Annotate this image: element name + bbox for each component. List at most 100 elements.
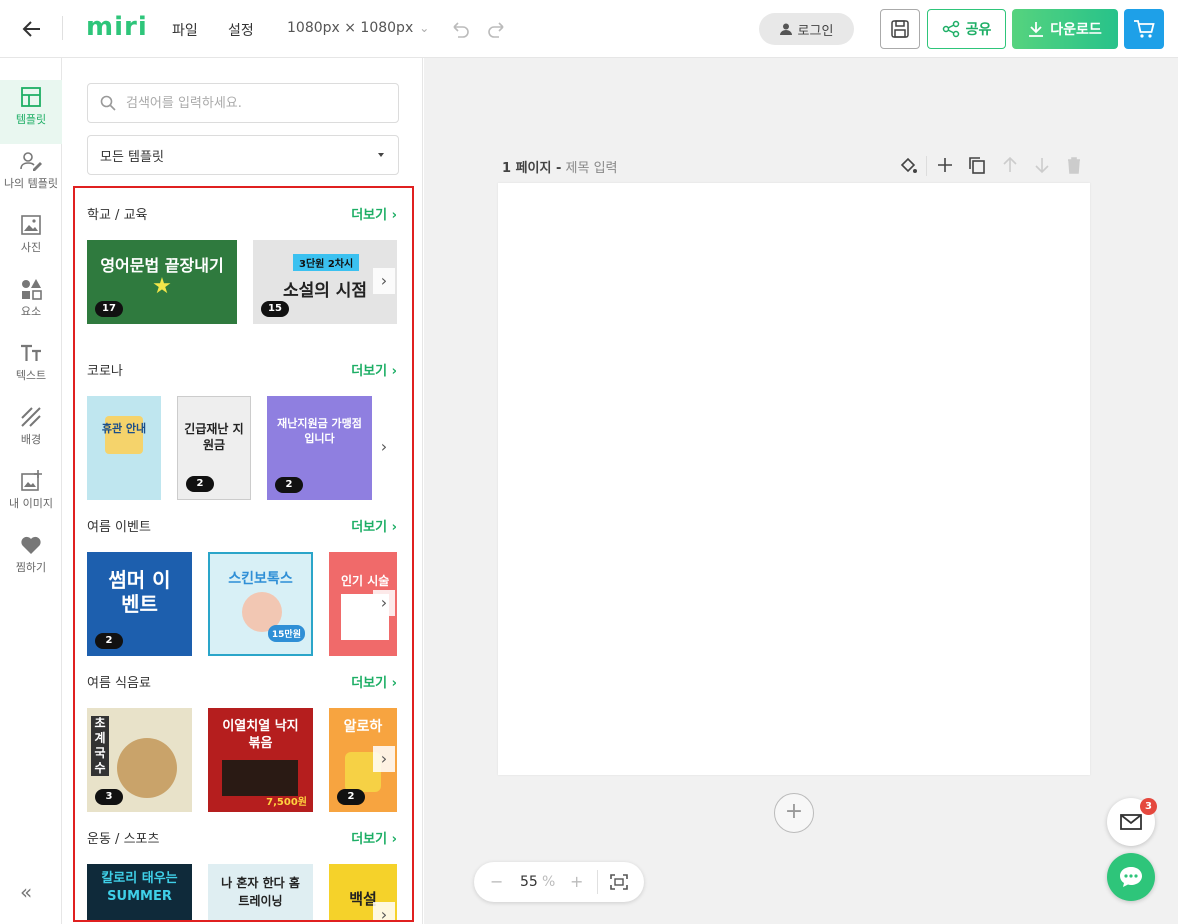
sidebar-item-label: 요소 [20, 305, 42, 318]
text-icon [21, 344, 41, 361]
category-sports: 운동 / 스포츠 더보기 › 칼로리 태우는 SUMMER 나 혼자 한다 홈트… [87, 827, 397, 920]
thumbnail-title: 초계국수 [91, 716, 109, 776]
see-more-link[interactable]: 더보기 › [351, 516, 397, 535]
search-input[interactable] [126, 95, 376, 111]
see-more-link[interactable]: 더보기 › [351, 672, 397, 691]
template-thumbnail[interactable]: 썸머 이벤트 2 [87, 552, 192, 656]
save-button[interactable] [880, 9, 920, 49]
category-corona: 코로나 더보기 › 휴관 안내 긴급재난 지원금 2 재난지원금 가맹점입니다 … [87, 359, 397, 500]
template-thumbnail[interactable]: 스킨보톡스 15만원 [208, 552, 313, 656]
search-box[interactable] [87, 83, 399, 123]
template-thumbnail[interactable]: 휴관 안내 [87, 396, 161, 500]
mail-icon [1120, 814, 1142, 830]
page-count-badge: 2 [95, 633, 123, 649]
redo-icon[interactable] [487, 20, 507, 38]
download-button[interactable]: 다운로드 [1012, 9, 1118, 49]
design-page[interactable] [498, 183, 1090, 775]
chat-bubble-icon [1120, 867, 1142, 887]
cart-button[interactable] [1124, 9, 1164, 49]
category-school-education: 학교 / 교육 더보기 › 영어문법 끝장내기 ★ 17 3단원 2차시 소설의… [87, 203, 397, 344]
template-thumbnail[interactable]: 나 혼자 한다 홈트레이닝 [208, 864, 313, 920]
page-count-badge: 2 [186, 476, 214, 492]
page-count-badge: 15 [261, 301, 289, 317]
thumbnail-title: 휴관 안내 [101, 422, 147, 435]
category-title: 여름 식음료 [87, 675, 151, 691]
sidebar-item-label: 배경 [20, 433, 42, 446]
category-title: 학교 / 교육 [87, 207, 148, 223]
thumbnail-title: 영어문법 끝장내기 [100, 256, 224, 275]
category-title: 여름 이벤트 [87, 519, 151, 535]
add-page-button[interactable]: + [774, 793, 814, 833]
thumbnail-row: 칼로리 태우는 SUMMER 나 혼자 한다 홈트레이닝 백설 › [87, 864, 397, 920]
zoom-unit: % [542, 874, 556, 890]
see-more-link[interactable]: 더보기 › [351, 828, 397, 847]
share-icon [942, 20, 959, 38]
template-filter-select[interactable]: 모든 템플릿 [87, 135, 399, 175]
carousel-next-button[interactable]: › [373, 434, 395, 460]
price-badge: 15만원 [267, 625, 305, 642]
see-more-link[interactable]: 더보기 › [351, 204, 397, 223]
sidebar-item-my-template[interactable]: 나의 템플릿 [0, 144, 62, 208]
undo-icon[interactable] [450, 20, 470, 38]
duplicate-icon[interactable] [967, 155, 987, 175]
thumbnail-title: 이열치열 낙지볶음 [222, 719, 299, 751]
template-filter-value: 모든 템플릿 [100, 149, 164, 165]
cart-icon [1134, 20, 1155, 38]
back-arrow-icon[interactable] [20, 17, 44, 41]
thumbnail-title: 썸머 이벤트 [108, 568, 171, 616]
caret-down-icon [378, 153, 384, 157]
page-title-input[interactable]: 제목 입력 [566, 161, 618, 176]
thumbnail-title: 알로하 [343, 719, 383, 735]
see-more-link[interactable]: 더보기 › [351, 360, 397, 379]
sidebar-item-text[interactable]: 텍스트 [0, 336, 62, 400]
sidebar-item-template[interactable]: 템플릿 [0, 80, 62, 144]
canvas-size-selector[interactable]: 1080px × 1080px ⌄ [287, 20, 429, 36]
login-button[interactable]: 로그인 [759, 13, 854, 45]
collapse-sidebar-button[interactable]: « [20, 880, 32, 904]
zoom-in-button[interactable]: + [570, 872, 583, 891]
category-summer-food: 여름 식음료 더보기 › 초계국수 3 이열치열 낙지볶음 7,500원 알로하 [87, 671, 397, 812]
sidebar-item-photo[interactable]: 사진 [0, 208, 62, 272]
template-thumbnail[interactable]: 칼로리 태우는 SUMMER [87, 864, 192, 920]
template-thumbnail[interactable]: 영어문법 끝장내기 ★ 17 [87, 240, 237, 324]
divider [62, 16, 63, 40]
sidebar-item-my-image[interactable]: 내 이미지 [0, 464, 62, 528]
template-thumbnail[interactable]: 초계국수 3 [87, 708, 192, 812]
zoom-out-button[interactable]: − [490, 872, 503, 891]
carousel-next-button[interactable]: › [373, 746, 395, 772]
template-thumbnail[interactable]: 재난지원금 가맹점입니다 2 [267, 396, 372, 500]
sidebar-item-favorites[interactable]: 찜하기 [0, 528, 62, 592]
sidebar-item-background[interactable]: 배경 [0, 400, 62, 464]
logo[interactable]: miri [86, 12, 148, 42]
heart-icon [21, 536, 41, 554]
thumbnail-subtitle: 3단원 2차시 [293, 254, 360, 271]
category-title: 코로나 [87, 363, 123, 379]
thumbnail-title: 나 혼자 한다 홈트레이닝 [221, 876, 300, 908]
login-label: 로그인 [797, 23, 834, 39]
page-number: 1 페이지 - [502, 161, 562, 176]
move-up-icon[interactable] [1000, 155, 1020, 175]
chat-button[interactable] [1107, 853, 1155, 901]
fill-bucket-icon[interactable] [898, 155, 918, 175]
trash-icon[interactable] [1064, 155, 1084, 175]
carousel-next-button[interactable]: › [373, 590, 395, 616]
share-button[interactable]: 공유 [927, 9, 1006, 49]
menu-settings[interactable]: 설정 [228, 20, 254, 40]
zoom-value[interactable]: 55 [520, 874, 538, 890]
template-thumbnail[interactable]: 긴급재난 지원금 2 [177, 396, 251, 500]
sidebar-item-elements[interactable]: 요소 [0, 272, 62, 336]
carousel-next-button[interactable]: › [373, 268, 395, 294]
top-bar: miri 파일 설정 1080px × 1080px ⌄ 로그인 공유 다운로드 [0, 0, 1178, 58]
elements-icon [22, 279, 42, 300]
menu-file[interactable]: 파일 [172, 20, 198, 40]
fit-screen-icon[interactable] [610, 874, 628, 890]
thumbnail-illustration [222, 760, 298, 796]
carousel-next-button[interactable]: › [373, 902, 395, 920]
add-icon[interactable] [935, 155, 955, 175]
move-down-icon[interactable] [1032, 155, 1052, 175]
search-icon [100, 95, 116, 111]
template-thumbnail[interactable]: 이열치열 낙지볶음 7,500원 [208, 708, 313, 812]
sidebar-item-label: 내 이미지 [9, 497, 53, 510]
template-icon [21, 87, 41, 107]
sidebar-item-label: 텍스트 [15, 369, 47, 382]
